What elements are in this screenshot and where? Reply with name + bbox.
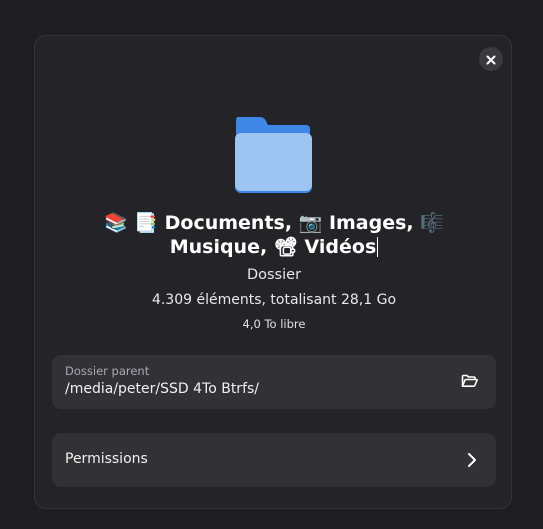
properties-dialog: 📚 📑 Documents, 📷 Images, 🎼 Musique, 📽 Vi… [34, 35, 512, 509]
close-icon [486, 50, 496, 69]
parent-folder-label: Dossier parent [65, 364, 150, 378]
permissions-row[interactable]: Permissions [52, 433, 496, 487]
open-parent-folder-button[interactable] [458, 371, 480, 393]
close-button[interactable] [479, 47, 503, 71]
contents-summary: 4.309 éléments, totalisant 28,1 Go [151, 292, 397, 308]
parent-folder-path: /media/peter/SSD 4To Btrfs/ [65, 381, 260, 397]
permissions-label: Permissions [65, 451, 148, 467]
parent-folder-row: Dossier parent /media/peter/SSD 4To Btrf… [52, 355, 496, 409]
text-caret [377, 237, 379, 257]
folder-open-icon [461, 373, 478, 392]
folder-name[interactable]: 📚 📑 Documents, 📷 Images, 🎼 Musique, 📽 Vi… [55, 211, 493, 259]
folder-icon [234, 115, 312, 195]
item-kind: Dossier [246, 267, 302, 283]
chevron-right-icon [462, 450, 482, 470]
free-space: 4,0 To libre [242, 317, 306, 331]
folder-name-text: 📚 📑 Documents, 📷 Images, 🎼 Musique, 📽 Vi… [104, 212, 444, 258]
